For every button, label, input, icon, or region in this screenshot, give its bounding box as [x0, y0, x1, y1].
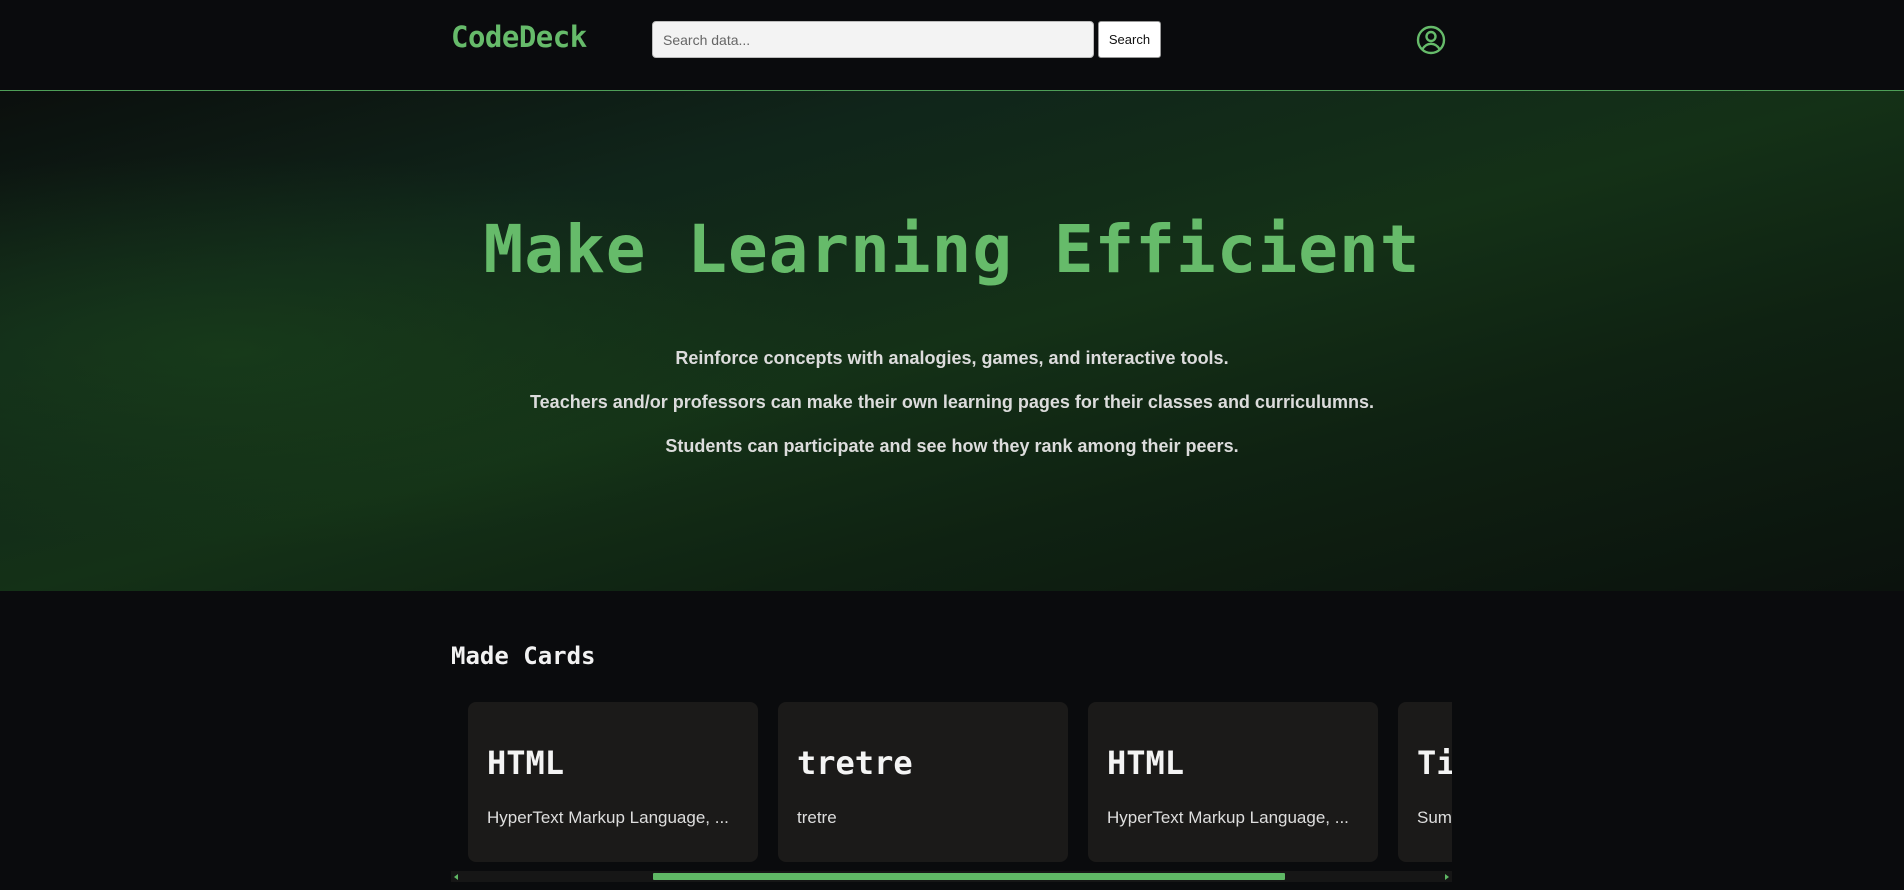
card[interactable]: Ti Sum	[1398, 702, 1452, 862]
made-cards-title: Made Cards	[451, 642, 596, 670]
card[interactable]: HTML HyperText Markup Language, ...	[468, 702, 758, 862]
hero-section: Make Learning Efficient Reinforce concep…	[0, 91, 1904, 591]
card-description: HyperText Markup Language, ...	[1107, 808, 1349, 827]
hero-line: Teachers and/or professors can make thei…	[530, 392, 1374, 412]
cards-carousel[interactable]: HTML HyperText Markup Language, ... tret…	[451, 700, 1452, 868]
search-input[interactable]	[652, 21, 1094, 58]
scrollbar-thumb[interactable]	[653, 873, 1285, 880]
card-description: HyperText Markup Language, ...	[487, 808, 729, 827]
card-title: tretre	[797, 744, 913, 782]
card[interactable]: tretre tretre	[778, 702, 1068, 862]
top-header: CodeDeck Search	[0, 0, 1904, 91]
hero-line: Students can participate and see how the…	[665, 436, 1239, 456]
scroll-left-arrow-icon[interactable]	[454, 874, 458, 880]
logo[interactable]: CodeDeck	[451, 20, 587, 54]
user-circle-icon[interactable]	[1415, 24, 1447, 56]
card-description: Sum	[1417, 808, 1452, 827]
card-title: HTML	[487, 744, 565, 782]
carousel-scrollbar[interactable]	[451, 871, 1452, 882]
card[interactable]: HTML HyperText Markup Language, ...	[1088, 702, 1378, 862]
hero-line: Reinforce concepts with analogies, games…	[675, 348, 1229, 368]
search-button[interactable]: Search	[1098, 21, 1161, 58]
card-description: tretre	[797, 808, 837, 827]
scroll-right-arrow-icon[interactable]	[1445, 874, 1449, 880]
card-title: HTML	[1107, 744, 1185, 782]
card-title: Ti	[1417, 744, 1452, 782]
hero-title: Make Learning Efficient	[483, 211, 1421, 288]
